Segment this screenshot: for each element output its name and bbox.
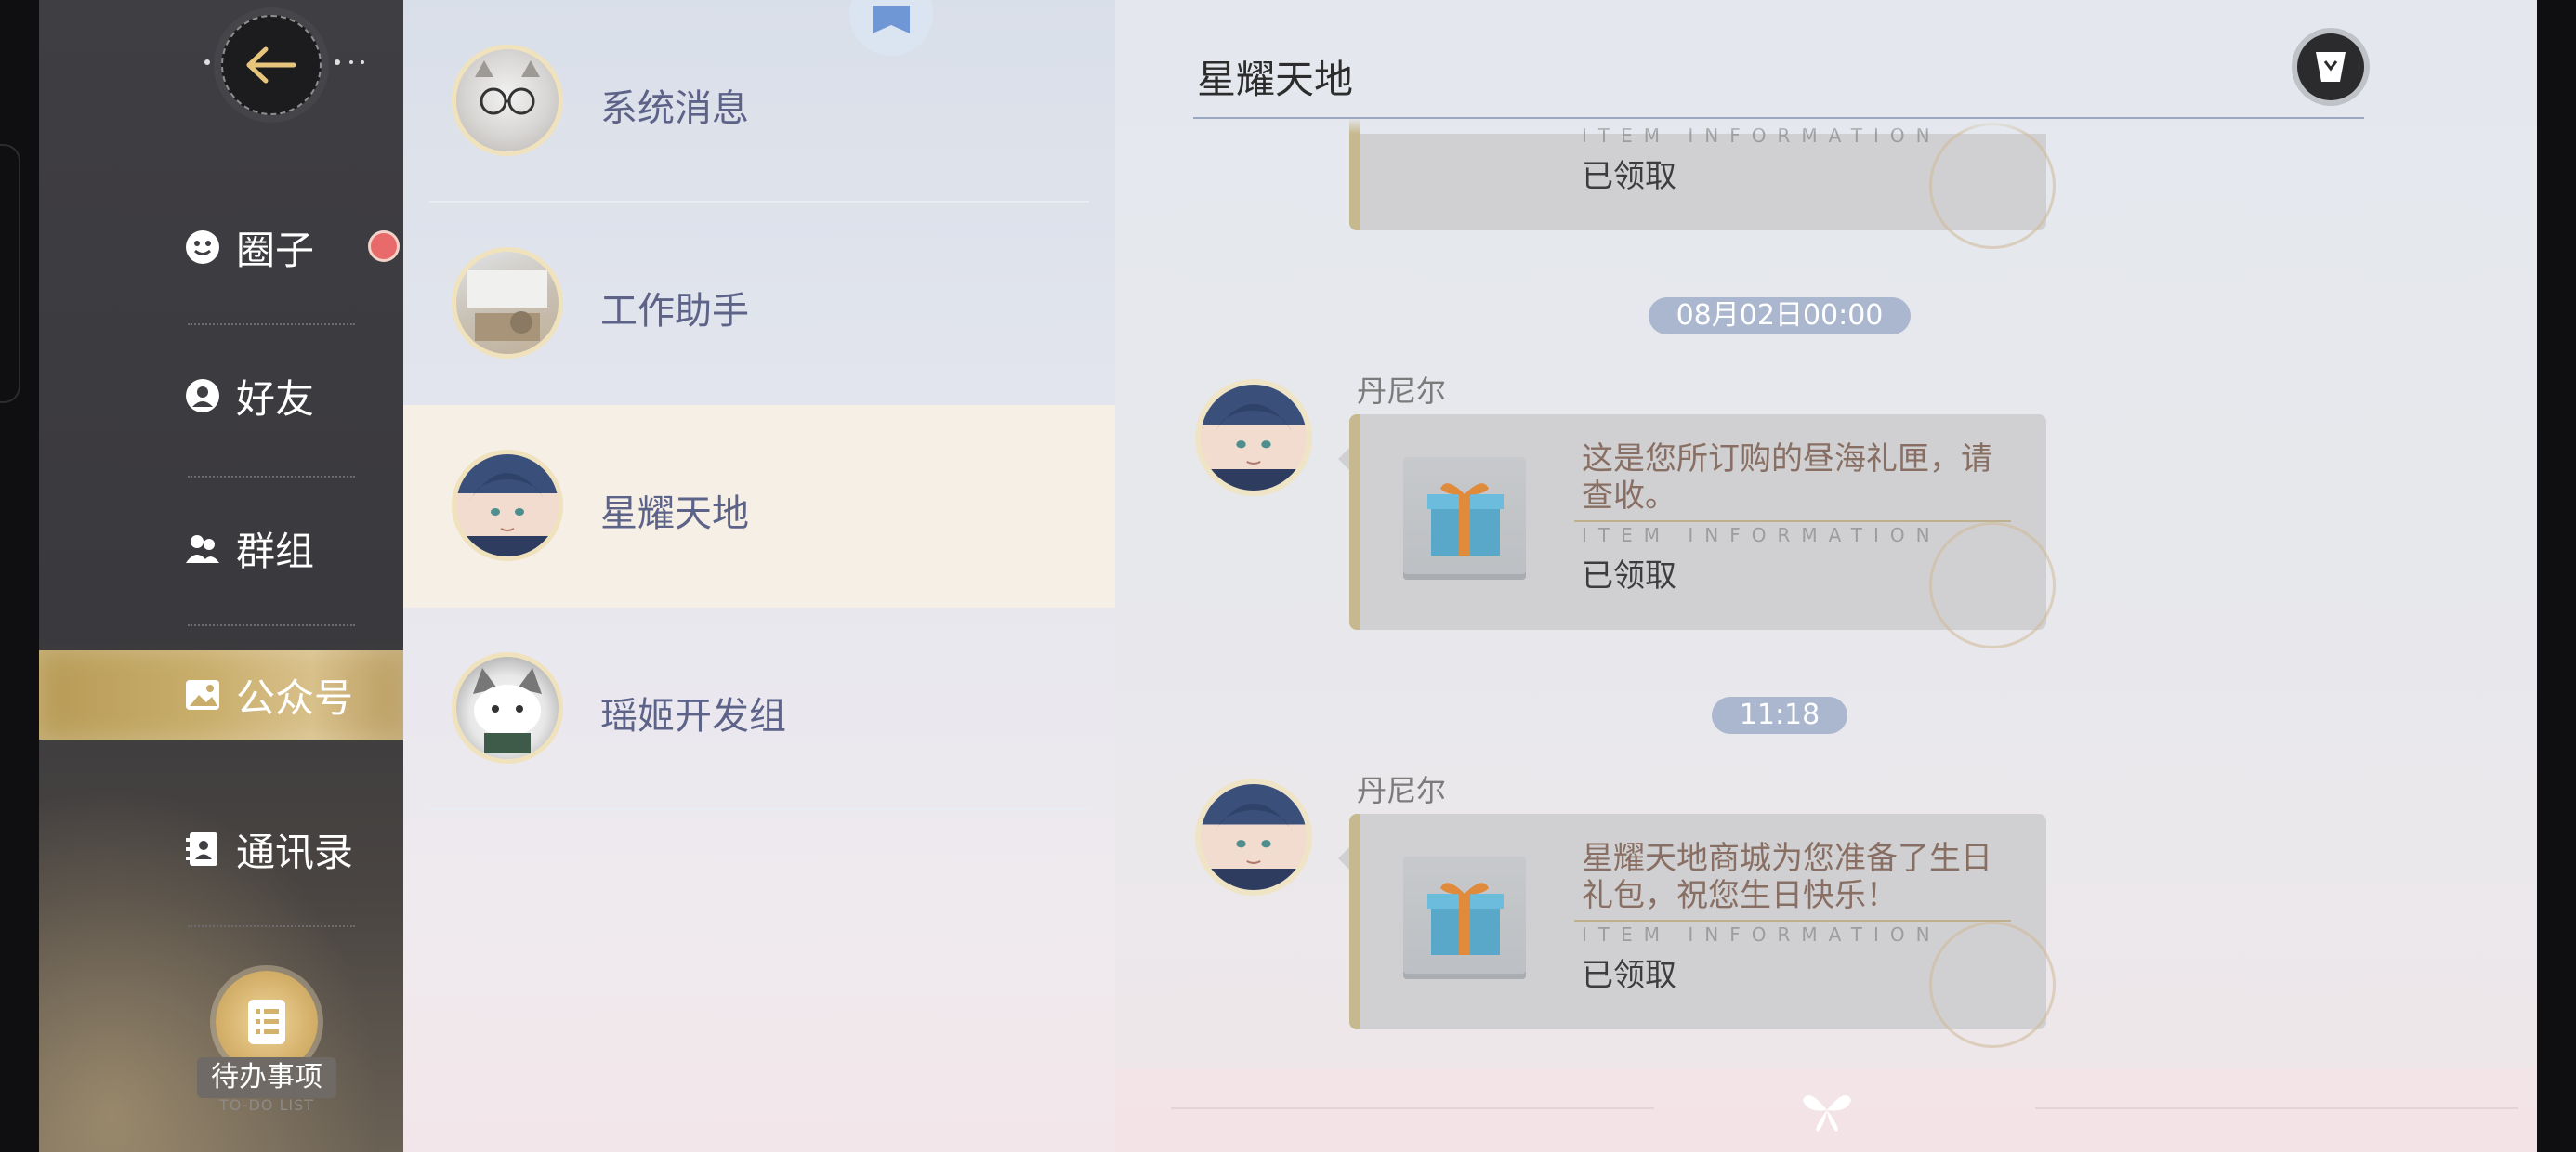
notification-badge <box>368 230 400 262</box>
conversation-name: 星耀天地 <box>600 492 749 535</box>
nav-divider <box>188 624 355 626</box>
check-stamp-icon <box>1929 922 2056 1048</box>
sidebar-nav: 圈子 好友 群组 公众号 通讯录 待办事项 TO-DO LIST <box>39 0 403 1152</box>
device-bezel-left <box>0 0 39 1152</box>
timestamp: 11:18 <box>1712 697 1847 734</box>
conversation-item-system[interactable]: 系统消息 <box>403 0 1115 203</box>
timestamp: 08月02日00:00 <box>1649 297 1911 334</box>
clear-chat-button[interactable] <box>2297 33 2364 100</box>
nav-item-label: 圈子 <box>236 227 315 273</box>
trash-icon <box>2316 52 2346 82</box>
chat-title: 星耀天地 <box>1197 57 1354 102</box>
device-bezel-right <box>2537 0 2576 1152</box>
conversation-item-yaoji-dev[interactable]: 瑶姬开发组 <box>403 608 1115 810</box>
chat-panel: 星耀天地 ITEM INFORMATION 已领取 星耀天地 08月02日00:… <box>1115 0 2537 1152</box>
card-divider <box>1574 520 2011 522</box>
message-text: 星耀天地商城为您准备了生日礼包，祝您生日快乐！ <box>1582 840 1992 914</box>
nav-item-friends[interactable]: 好友 <box>39 351 403 440</box>
title-divider <box>1193 117 2364 119</box>
claim-status: 已领取 <box>1582 557 1676 595</box>
conversation-item-xingyao[interactable]: 星耀天地 <box>403 405 1115 608</box>
conversation-name: 系统消息 <box>600 87 749 130</box>
claim-status: 已领取 <box>1582 957 1676 994</box>
app-screen: 圈子 好友 群组 公众号 通讯录 待办事项 TO-DO LIST 系统消息 工作… <box>0 0 2576 1152</box>
decor-dot <box>361 60 364 64</box>
bottom-divider <box>1171 1107 1654 1109</box>
decor-dot <box>335 59 340 65</box>
conversation-item-work-assistant[interactable]: 工作助手 <box>403 203 1115 405</box>
avatar[interactable] <box>1195 379 1312 496</box>
nav-item-label: 好友 <box>236 375 315 422</box>
decor-dot <box>349 60 353 64</box>
nav-item-groups[interactable]: 群组 <box>39 504 403 593</box>
nav-divider <box>188 925 355 927</box>
claim-status: 已领取 <box>1582 158 1676 195</box>
message-text: 这是您所订购的昼海礼匣，请查收。 <box>1582 440 1992 515</box>
todo-label: 待办事项 <box>197 1057 336 1098</box>
nav-divider <box>188 476 355 478</box>
checklist-icon <box>248 1000 285 1044</box>
group-icon <box>184 530 221 567</box>
card-divider <box>1574 920 2011 922</box>
gift-box-icon <box>1403 857 1526 979</box>
conversation-name: 瑶姬开发组 <box>600 695 786 738</box>
nav-divider <box>188 323 355 325</box>
avatar <box>452 45 563 156</box>
list-divider <box>429 808 1089 810</box>
avatar <box>452 652 563 764</box>
nav-item-label: 群组 <box>236 528 315 574</box>
item-info-label: ITEM INFORMATION <box>1582 524 1941 546</box>
check-stamp-icon <box>1929 123 2056 249</box>
conversation-list: 系统消息 工作助手 星耀天地 瑶姬开发组 <box>403 0 1115 1152</box>
decor-dot <box>204 59 210 65</box>
gift-box-icon <box>1403 457 1526 580</box>
smile-icon <box>184 229 221 266</box>
message-card[interactable]: 星耀天地商城为您准备了生日礼包，祝您生日快乐！ ITEM INFORMATION… <box>1338 814 2056 1048</box>
friend-icon <box>184 377 221 414</box>
arrow-left-icon <box>246 46 296 84</box>
nav-item-official-accounts[interactable]: 公众号 <box>39 650 403 740</box>
device-notch <box>0 144 20 403</box>
todo-sublabel: TO-DO LIST <box>218 1096 315 1114</box>
avatar <box>452 247 563 359</box>
conversation-name: 工作助手 <box>600 290 749 333</box>
nav-item-label: 公众号 <box>236 674 354 721</box>
item-info-label: ITEM INFORMATION <box>1582 923 1941 946</box>
image-icon <box>184 676 221 713</box>
avatar <box>452 450 563 561</box>
check-stamp-icon <box>1929 522 2056 648</box>
back-button[interactable] <box>221 15 322 115</box>
sender-name: 丹尼尔 <box>1357 373 1447 409</box>
bottom-divider <box>2035 1107 2518 1109</box>
message-card[interactable]: 这是您所订购的昼海礼匣，请查收。 ITEM INFORMATION 已领取 <box>1338 414 2056 648</box>
avatar[interactable] <box>1195 779 1312 896</box>
butterfly-icon <box>1803 1094 1851 1132</box>
nav-item-label: 通讯录 <box>236 829 354 875</box>
nav-item-moments[interactable]: 圈子 <box>39 203 403 292</box>
sender-name: 丹尼尔 <box>1357 773 1447 808</box>
contacts-icon <box>184 831 221 868</box>
nav-item-address-book[interactable]: 通讯录 <box>39 805 403 894</box>
